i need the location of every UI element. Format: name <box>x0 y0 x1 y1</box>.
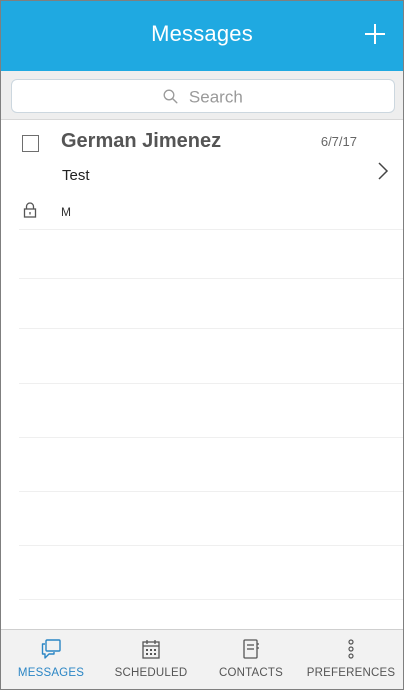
chat-bubble-icon <box>41 639 61 659</box>
message-preview: M <box>61 205 71 219</box>
calendar-icon <box>142 640 160 659</box>
search-bar: Search <box>1 71 403 120</box>
search-placeholder: Search <box>188 87 243 107</box>
tab-scheduled[interactable]: SCHEDULED <box>101 630 201 689</box>
message-subject: Test <box>62 167 90 184</box>
message-sender: German Jimenez <box>61 130 222 152</box>
tab-bar: MESSAGES SCHEDULED CONTACTS PREFERENCES <box>1 629 403 689</box>
tab-preferences[interactable]: PREFERENCES <box>301 630 401 689</box>
tab-label: MESSAGES <box>17 667 85 679</box>
tab-messages[interactable]: MESSAGES <box>1 630 101 689</box>
lock-icon <box>23 202 37 218</box>
chevron-right-icon <box>378 162 389 180</box>
row-divider <box>19 229 403 230</box>
row-divider <box>19 599 403 600</box>
row-divider <box>19 545 403 546</box>
tab-label: PREFERENCES <box>306 667 396 679</box>
row-divider <box>19 437 403 438</box>
tab-contacts[interactable]: CONTACTS <box>201 630 301 689</box>
add-message-button[interactable] <box>359 17 393 51</box>
page-title: Messages <box>151 21 253 46</box>
search-input[interactable]: Search <box>11 79 395 113</box>
search-icon <box>163 89 178 104</box>
address-book-icon <box>243 639 259 659</box>
row-divider <box>19 278 403 279</box>
row-divider <box>19 383 403 384</box>
message-row[interactable]: German Jimenez 6/7/17 Test M <box>1 121 403 229</box>
message-date: 6/7/17 <box>320 134 357 149</box>
select-checkbox[interactable] <box>22 135 39 152</box>
tab-label: SCHEDULED <box>114 667 188 679</box>
app-frame: Messages Search German Jimenez 6/7/17 Te… <box>0 0 404 690</box>
row-divider <box>19 491 403 492</box>
row-divider <box>19 328 403 329</box>
tab-label: CONTACTS <box>219 667 283 679</box>
header-bar: Messages <box>1 1 403 71</box>
more-vertical-icon <box>348 639 354 659</box>
